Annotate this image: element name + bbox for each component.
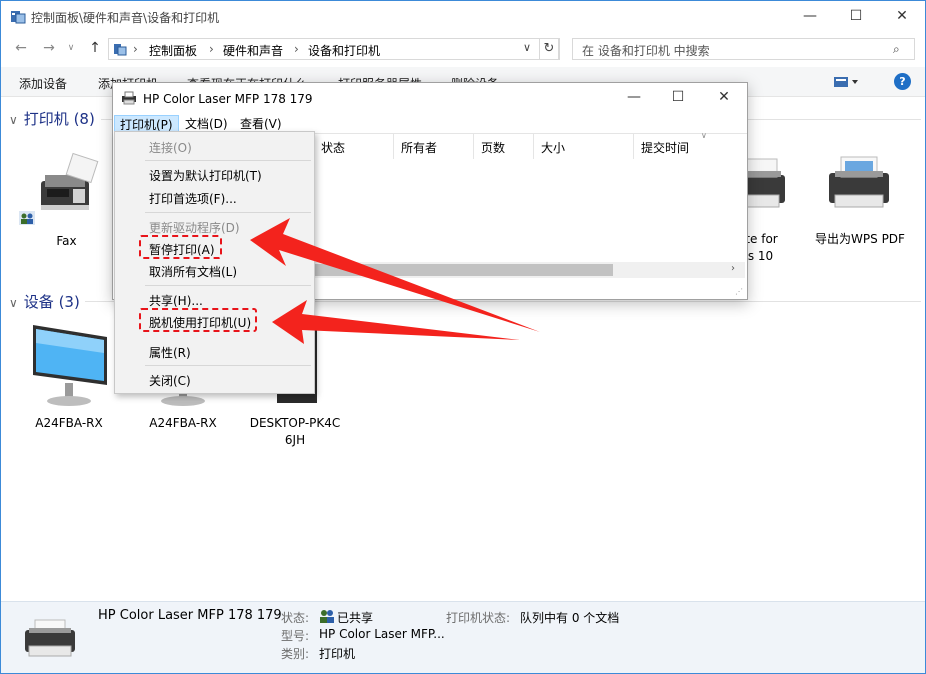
arrow-to-offline-icon	[272, 300, 520, 344]
annotation-arrows	[250, 218, 540, 344]
